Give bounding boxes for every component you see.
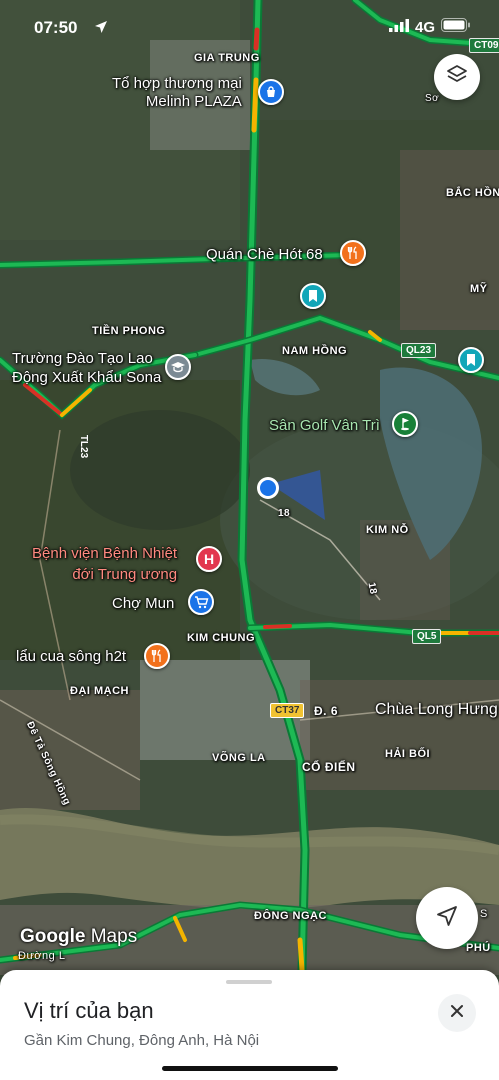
label-dong-ngac: ĐÔNG NGẠC xyxy=(254,910,327,922)
label-tien-phong: TIỀN PHONG xyxy=(92,325,166,337)
label-nam-hong: NAM HỒNG xyxy=(282,345,348,357)
status-bar: 07:50 4G xyxy=(0,14,499,42)
label-edge-s: S xyxy=(480,908,488,920)
poi-benh-vien-line1: Bệnh viện Bệnh Nhiệt xyxy=(32,545,178,562)
google-wordmark: Google xyxy=(20,926,86,947)
poi-chua-long-hung[interactable]: Chùa Long Hưng xyxy=(375,701,498,719)
battery-icon xyxy=(441,18,471,36)
home-indicator[interactable] xyxy=(162,1066,338,1071)
shopping-bag-icon[interactable] xyxy=(258,79,284,105)
bookmark-icon[interactable] xyxy=(458,347,484,373)
label-my: MỸ xyxy=(470,283,488,295)
poi-truong-line1: Trường Đào Tạo Lao xyxy=(12,350,153,367)
poi-quan-che[interactable]: Quán Chè Hót 68 xyxy=(206,246,323,263)
label-phu: PHÚ xyxy=(466,942,491,954)
poi-benh-vien[interactable]: Bệnh viện Bệnh Nhiệt đới Trung ương xyxy=(32,543,177,585)
shield-tl23: TL23 xyxy=(78,434,90,459)
shield-ql23: QL23 xyxy=(401,343,437,358)
label-road-18b: 18 xyxy=(365,581,379,596)
poi-truong-line2: Động Xuất Khẩu Sona xyxy=(12,369,162,386)
google-maps-logo: Google Maps xyxy=(20,926,137,948)
layers-button[interactable] xyxy=(434,54,480,100)
label-bac-hong: BẮC HỒNG xyxy=(446,187,499,199)
maps-wordmark: Maps xyxy=(90,926,138,947)
sheet-title: Vị trí của bạn xyxy=(24,998,154,1023)
poi-melinh-plaza[interactable]: Tổ hợp thương mại Melinh PLAZA xyxy=(112,75,242,111)
navigation-arrow-icon xyxy=(436,905,458,932)
poi-cho-mun[interactable]: Chợ Mun xyxy=(112,595,174,612)
sheet-subtitle: Gần Kim Chung, Đông Anh, Hà Nội xyxy=(24,1032,260,1049)
network-type: 4G xyxy=(414,18,435,36)
status-right: 4G xyxy=(388,18,471,36)
label-hai-boi: HẢI BỐI xyxy=(385,748,431,760)
label-co-dien: CỔ ĐIỂN xyxy=(302,760,356,774)
label-road-18a: 18 xyxy=(278,508,291,519)
poi-benh-vien-line2: đới Trung ương xyxy=(72,566,178,583)
poi-truong-sona[interactable]: Trường Đào Tạo Lao Động Xuất Khẩu Sona xyxy=(12,349,161,387)
location-arrow-icon xyxy=(94,20,108,39)
poi-lau-cua[interactable]: lẩu cua sông h2t xyxy=(16,648,126,665)
layers-icon xyxy=(446,64,468,91)
golf-icon[interactable] xyxy=(392,411,418,437)
label-edge-so: Sơ xyxy=(425,93,440,104)
poi-melinh-line1: Tổ hợp thương mại xyxy=(112,75,242,92)
close-icon xyxy=(450,1004,464,1023)
hospital-icon[interactable]: H xyxy=(196,546,222,572)
poi-melinh-line2: Melinh PLAZA xyxy=(145,93,242,110)
close-button[interactable] xyxy=(438,994,476,1032)
satellite-map[interactable]: GIA TRUNG TIỀN PHONG NAM HỒNG KIM NỖ KIM… xyxy=(0,0,499,1080)
shield-ql5: QL5 xyxy=(412,629,442,644)
poi-san-golf[interactable]: Sân Golf Vân Trì xyxy=(269,417,380,434)
signal-icon xyxy=(388,18,409,36)
shopping-cart-icon[interactable] xyxy=(188,589,214,615)
label-edge-duong: Đường L xyxy=(18,950,66,962)
label-kim-no: KIM NỖ xyxy=(366,524,409,536)
shield-ct37: CT37 xyxy=(270,703,305,718)
location-bottom-sheet[interactable]: Vị trí của bạn Gần Kim Chung, Đông Anh, … xyxy=(0,970,499,1080)
bookmark-icon[interactable] xyxy=(300,283,326,309)
status-time: 07:50 xyxy=(34,18,78,37)
restaurant-icon[interactable] xyxy=(144,643,170,669)
sheet-drag-handle[interactable] xyxy=(226,980,272,984)
label-dai-mach: ĐẠI MẠCH xyxy=(70,685,129,697)
restaurant-icon[interactable] xyxy=(340,240,366,266)
school-icon[interactable] xyxy=(165,354,191,380)
label-vong-la: VÕNG LA xyxy=(212,752,266,764)
recenter-button[interactable] xyxy=(416,887,478,949)
label-kim-chung: KIM CHUNG xyxy=(187,632,256,644)
label-road-d6: Đ. 6 xyxy=(314,704,339,718)
label-gia-trung: GIA TRUNG xyxy=(194,52,260,64)
